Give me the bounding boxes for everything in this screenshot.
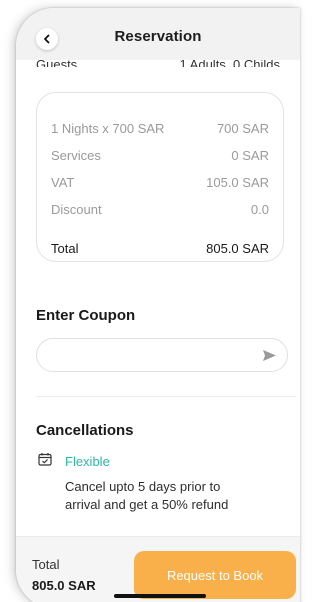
price-row-label: Services xyxy=(51,148,101,163)
policy-description: Cancel upto 5 days prior to arrival and … xyxy=(65,479,229,512)
price-row-value: 105.0 SAR xyxy=(206,175,269,190)
price-total-row: Total 805.0 SAR xyxy=(51,241,269,256)
policy-name: Flexible xyxy=(65,454,110,469)
price-total-value: 805.0 SAR xyxy=(206,241,269,256)
send-icon[interactable] xyxy=(262,349,277,362)
price-row-label: Discount xyxy=(51,202,102,217)
price-row: Services 0 SAR xyxy=(51,148,269,163)
price-row-value: 0 SAR xyxy=(231,148,269,163)
footer-total-amount: 805.0 SAR xyxy=(32,578,96,593)
home-indicator xyxy=(114,594,206,598)
request-to-book-button[interactable]: Request to Book xyxy=(134,551,296,599)
price-row-value: 0.0 xyxy=(250,202,269,217)
calendar-check-icon xyxy=(38,453,52,466)
price-row-label: VAT xyxy=(51,175,75,190)
price-row: 1 Nights x 700 SAR 700 SAR xyxy=(51,121,269,136)
price-row: Discount 0.0 xyxy=(51,202,269,217)
cancellations-title: Cancellations xyxy=(36,422,134,439)
coupon-field xyxy=(36,338,288,372)
price-row: VAT 105.0 SAR xyxy=(51,175,269,190)
top-bar: Reservation xyxy=(16,8,300,60)
coupon-title: Enter Coupon xyxy=(36,307,136,324)
phone-screen: Guests 1 Adults, 0 Childs Reservation 1 … xyxy=(16,8,300,602)
price-total-label: Total xyxy=(51,241,79,256)
footer-total-label: Total xyxy=(32,557,60,572)
coupon-input[interactable] xyxy=(49,345,249,365)
price-row-label: 1 Nights x 700 SAR xyxy=(51,121,165,136)
section-divider xyxy=(36,396,296,397)
price-row-value: 700 SAR xyxy=(216,121,269,136)
booking-footer: Total 805.0 SAR Request to Book xyxy=(16,536,300,602)
page-title: Reservation xyxy=(114,28,202,45)
price-summary-card: 1 Nights x 700 SAR 700 SAR Services 0 SA… xyxy=(36,92,284,262)
